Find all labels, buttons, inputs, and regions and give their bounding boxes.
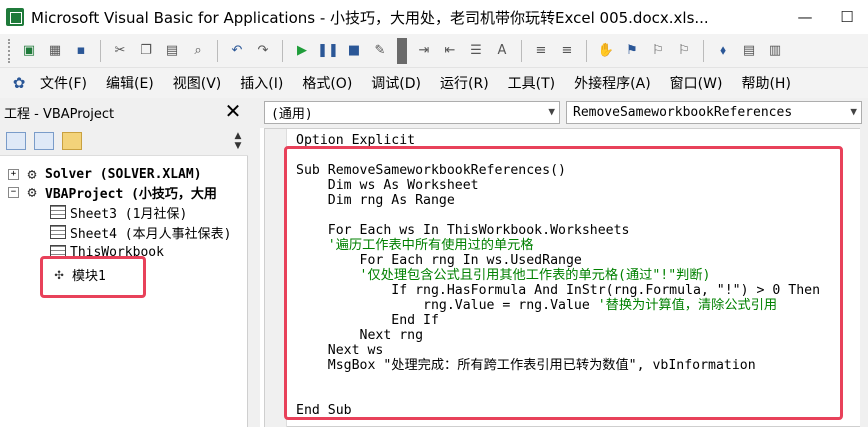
align-right-icon[interactable]: ≡ <box>556 40 578 62</box>
reset-icon[interactable]: ■ <box>343 40 365 62</box>
standard-toolbar: ▣ ▦ ▪ ✂ ❐ ▤ ⌕ ↶ ↷ ▶ ❚❚ ■ ✎ ⇥ ⇤ ☰ A ≡ ≡ ✋… <box>0 34 868 68</box>
tree-item-label: Solver (SOLVER.XLAM) <box>45 166 202 182</box>
tree-item-label: Sheet4 (本月人事社保表) <box>70 226 232 242</box>
find-icon[interactable]: ⌕ <box>187 40 209 62</box>
project-explorer-title: 工程 - VBAProject <box>4 106 115 122</box>
tree-item-sheet4[interactable]: Sheet4 (本月人事社保表) <box>50 222 231 242</box>
toolbar-separator <box>703 39 704 62</box>
window-controls: — ☐ <box>784 0 868 34</box>
paste-icon[interactable]: ▤ <box>161 40 183 62</box>
view-code-icon[interactable] <box>6 131 26 150</box>
worksheet-icon <box>50 225 66 239</box>
next-bookmark-icon[interactable]: ⚐ <box>647 40 669 62</box>
toolbar-grip[interactable] <box>8 38 12 63</box>
expand-icon[interactable]: + <box>8 168 19 180</box>
worksheet-icon <box>50 205 66 219</box>
toolbar-separator <box>282 39 283 62</box>
code-scrollbar[interactable] <box>860 128 868 427</box>
hand-icon[interactable]: ✋ <box>595 40 617 62</box>
menu-insert[interactable]: 插入(I) <box>240 73 283 93</box>
object-combo[interactable]: (通用) ▼ <box>264 101 560 124</box>
object-combo-value: (通用) <box>271 107 313 122</box>
toggle-breakpoint-icon[interactable]: ⬧ <box>712 40 734 62</box>
chevron-down-icon[interactable]: ▼ <box>548 105 555 118</box>
view-excel-icon[interactable]: ▣ <box>18 40 40 62</box>
title-bar: Microsoft Visual Basic for Applications … <box>0 0 868 34</box>
code-highlight-box <box>284 146 843 420</box>
menu-format[interactable]: 格式(O) <box>302 73 352 93</box>
menu-file[interactable]: 文件(F) <box>40 73 87 93</box>
outdent-icon[interactable]: ⇤ <box>439 40 461 62</box>
run-icon[interactable]: ▶ <box>291 40 313 62</box>
pane-splitter[interactable] <box>248 98 260 427</box>
toggle-folders-icon[interactable] <box>62 131 82 150</box>
complete-word-icon[interactable]: A <box>491 40 513 62</box>
menu-bar: ✿ 文件(F) 编辑(E) 视图(V) 插入(I) 格式(O) 调试(D) 运行… <box>0 68 868 98</box>
project-scroll-arrows[interactable]: ▲ ▼ <box>232 126 244 156</box>
save-icon[interactable]: ▪ <box>70 40 92 62</box>
view-object-icon[interactable] <box>34 131 54 150</box>
menu-edit[interactable]: 编辑(E) <box>106 73 154 93</box>
vba-logo-icon[interactable]: ✿ <box>8 72 30 94</box>
tree-item-solver[interactable]: + ⚙ Solver (SOLVER.XLAM) <box>8 164 202 184</box>
tree-item-vbaproject[interactable]: − ⚙ VBAProject (小技巧，大用 <box>8 182 217 202</box>
vba-project-icon: ⚙ <box>27 165 37 183</box>
list-properties-icon[interactable]: ☰ <box>465 40 487 62</box>
close-icon[interactable]: ✕ <box>222 99 244 123</box>
vba-project-icon: ⚙ <box>27 183 37 201</box>
design-mode-icon[interactable]: ✎ <box>369 40 391 62</box>
procedure-combo[interactable]: RemoveSameworkbookReferences ▼ <box>566 101 862 124</box>
copy-icon[interactable]: ❐ <box>135 40 157 62</box>
tree-item-sheet3[interactable]: Sheet3 (1月社保) <box>50 202 187 222</box>
menu-addins[interactable]: 外接程序(A) <box>574 73 651 93</box>
cut-icon[interactable]: ✂ <box>109 40 131 62</box>
window-title: Microsoft Visual Basic for Applications … <box>31 8 709 27</box>
tree-item-label: VBAProject (小技巧，大用 <box>45 186 217 202</box>
menu-debug[interactable]: 调试(D) <box>371 73 421 93</box>
excel-app-icon <box>6 8 24 26</box>
menu-tools[interactable]: 工具(T) <box>508 73 555 93</box>
menu-help[interactable]: 帮助(H) <box>741 73 790 93</box>
menu-view[interactable]: 视图(V) <box>173 73 222 93</box>
align-left-icon[interactable]: ≡ <box>530 40 552 62</box>
insert-module-icon[interactable]: ▦ <box>44 40 66 62</box>
bookmark-icon[interactable]: ⚑ <box>621 40 643 62</box>
toolbar-separator <box>217 39 218 62</box>
code-combo-bar: (通用) ▼ RemoveSameworkbookReferences ▼ <box>260 98 868 128</box>
uncomment-block-icon[interactable]: ▥ <box>764 40 786 62</box>
chevron-down-icon[interactable]: ▼ <box>850 105 857 118</box>
maximize-button[interactable]: ☐ <box>826 0 868 34</box>
toolbar-separator <box>521 39 522 62</box>
toolbar-separator <box>100 39 101 62</box>
menu-window[interactable]: 窗口(W) <box>670 73 723 93</box>
indent-icon[interactable]: ⇥ <box>413 40 435 62</box>
project-explorer-toolbar: ▲ ▼ <box>0 126 248 156</box>
project-explorer-header: 工程 - VBAProject ✕ <box>0 98 248 126</box>
toolbar-separator <box>586 39 587 62</box>
undo-icon[interactable]: ↶ <box>226 40 248 62</box>
minimize-button[interactable]: — <box>784 0 826 34</box>
module-highlight-box <box>40 256 146 298</box>
comment-block-icon[interactable]: ▤ <box>738 40 760 62</box>
break-icon[interactable]: ❚❚ <box>317 40 339 62</box>
procedure-combo-value: RemoveSameworkbookReferences <box>573 105 793 120</box>
menu-run[interactable]: 运行(R) <box>440 73 489 93</box>
redo-icon[interactable]: ↷ <box>252 40 274 62</box>
toolbar-scroll[interactable] <box>397 37 407 64</box>
collapse-icon[interactable]: − <box>8 186 19 198</box>
tree-item-label: Sheet3 (1月社保) <box>70 206 188 222</box>
prev-bookmark-icon[interactable]: ⚐ <box>673 40 695 62</box>
